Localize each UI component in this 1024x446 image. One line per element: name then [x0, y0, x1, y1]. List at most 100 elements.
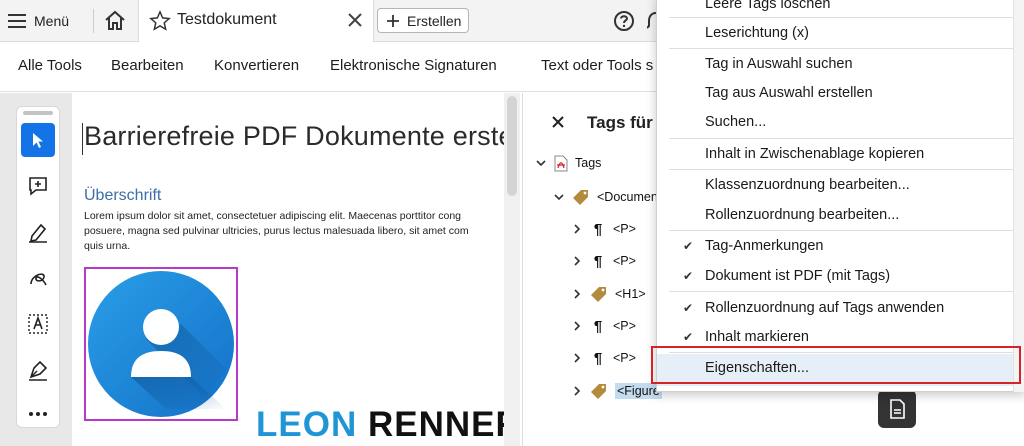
tab-title: Testdokument: [177, 11, 277, 28]
document-title[interactable]: Barrierefreie PDF Dokumente erste: [84, 121, 504, 152]
pdf-page[interactable]: Barrierefreie PDF Dokumente erste Übersc…: [72, 93, 504, 446]
tag-tree-item[interactable]: <H1>: [571, 282, 646, 306]
tags-options-menu: Leere Tags löschen Leserichtung (x) Tag …: [656, 0, 1024, 392]
tag-label: <Documen: [597, 190, 658, 204]
menu-item-create-tag[interactable]: Tag aus Auswahl erstellen: [657, 82, 1024, 106]
tag-icon: [591, 287, 606, 302]
tags-panel-title: Tags für: [587, 113, 653, 132]
menu-divider: [669, 138, 1015, 139]
document-body-text[interactable]: Lorem ipsum dolor sit amet, consectetuer…: [84, 209, 504, 254]
menu-item-label: Inhalt in Zwischenablage kopieren: [705, 146, 925, 162]
tag-tree-item[interactable]: <Documen: [553, 185, 658, 209]
tag-icon: [573, 190, 588, 205]
tool-convert[interactable]: Konvertieren: [214, 57, 299, 74]
save-doc-icon: [890, 399, 905, 419]
create-button[interactable]: Erstellen: [377, 8, 469, 33]
chevron-right-icon: [574, 224, 581, 234]
menu-item-tag-annotations[interactable]: ✔ Tag-Anmerkungen: [657, 235, 1024, 259]
menu-item-label: Rollenzuordnung bearbeiten...: [705, 207, 900, 223]
checkmark-icon: ✔: [683, 330, 694, 344]
tool-edit[interactable]: Bearbeiten: [111, 57, 184, 74]
menu-item-label: Leserichtung (x): [705, 25, 809, 41]
paragraph-icon: ¶: [593, 252, 603, 270]
menu-item-copy-content[interactable]: Inhalt in Zwischenablage kopieren: [657, 143, 1024, 167]
more-icon: [29, 412, 47, 416]
chevron-right-icon: [574, 289, 581, 299]
menu-item-label: Tag in Auswahl suchen: [705, 56, 853, 72]
menu-item-role-map[interactable]: Rollenzuordnung bearbeiten...: [657, 204, 1024, 228]
menu-item-reading-order[interactable]: Leserichtung (x): [657, 22, 1024, 46]
document-heading[interactable]: Überschrift: [84, 187, 161, 205]
menu-item-search[interactable]: Suchen...: [657, 111, 1024, 135]
checkmark-icon: ✔: [683, 269, 694, 283]
tag-tree-item[interactable]: ¶ <P>: [571, 217, 636, 241]
menu-item-find-tag[interactable]: Tag in Auswahl suchen: [657, 53, 1024, 77]
tag-label: Tags: [575, 156, 602, 170]
create-label: Erstellen: [407, 12, 462, 29]
menu-item-label: Klassenzuordnung bearbeiten...: [705, 177, 910, 193]
tag-label: <P>: [613, 254, 636, 268]
sign-tool[interactable]: [21, 353, 55, 387]
menu-divider: [669, 17, 1015, 18]
menu-divider: [669, 169, 1015, 170]
text-recognition-tool[interactable]: [21, 307, 55, 341]
tag-tree-root[interactable]: Tags: [535, 151, 601, 175]
pen-icon: [29, 223, 47, 243]
comment-tool[interactable]: [21, 169, 55, 203]
menu-item-delete-empty-tags[interactable]: Leere Tags löschen: [657, 0, 1024, 17]
tool-all-tools[interactable]: Alle Tools: [18, 57, 82, 74]
star-icon[interactable]: [149, 10, 171, 32]
document-scroll-thumb[interactable]: [507, 96, 517, 196]
menu-item-label: Tag-Anmerkungen: [705, 238, 824, 254]
menu-item-tagged-pdf[interactable]: ✔ Dokument ist PDF (mit Tags): [657, 265, 1024, 289]
menu-item-label: Suchen...: [705, 114, 767, 130]
menu-item-apply-role-map[interactable]: ✔ Rollenzuordnung auf Tags anwenden: [657, 297, 1024, 321]
document-tab[interactable]: Testdokument: [138, 0, 374, 42]
chevron-right-icon: [574, 386, 581, 396]
tag-tree-item[interactable]: ¶ <P>: [571, 346, 636, 370]
paragraph-icon: ¶: [593, 349, 603, 367]
draw-tool[interactable]: [21, 261, 55, 295]
text-box-icon: [28, 314, 48, 334]
select-tool[interactable]: [21, 123, 55, 157]
panel-grip[interactable]: [23, 111, 53, 115]
tool-search-field[interactable]: Text oder Tools s: [541, 57, 653, 74]
checkmark-icon: ✔: [683, 239, 694, 253]
menu-item-label: Dokument ist PDF (mit Tags): [705, 268, 891, 284]
highlight-tool[interactable]: [21, 215, 55, 249]
menu-item-label: Tag aus Auswahl erstellen: [705, 85, 873, 101]
chevron-right-icon: [574, 321, 581, 331]
brand-part-1: LEON: [256, 405, 358, 444]
tag-tree-item[interactable]: ¶ <P>: [571, 314, 636, 338]
tool-e-signatures[interactable]: Elektronische Signaturen: [330, 57, 497, 74]
text-caret: [82, 123, 83, 155]
right-rail-button[interactable]: [878, 390, 916, 428]
figure-selection[interactable]: [84, 267, 238, 421]
user-avatar-figure: [88, 271, 234, 417]
tag-label: <H1>: [615, 287, 646, 301]
home-button[interactable]: [103, 9, 127, 33]
tag-tree-item-selected[interactable]: <Figure: [571, 379, 662, 403]
menu-item-label: Leere Tags löschen: [705, 0, 831, 12]
checkmark-icon: ✔: [683, 301, 694, 315]
help-button[interactable]: [613, 10, 635, 37]
tag-label: <P>: [613, 319, 636, 333]
chevron-down-icon: [536, 160, 546, 167]
help-icon: [614, 11, 634, 31]
menu-divider: [669, 48, 1015, 49]
brand-logo: LEON RENNER: [256, 405, 504, 445]
more-tools-button[interactable]: [21, 397, 55, 431]
menu-divider: [669, 291, 1015, 292]
chevron-right-icon: [574, 353, 581, 363]
tag-tree-item[interactable]: ¶ <P>: [571, 249, 636, 273]
menu-item-label: Rollenzuordnung auf Tags anwenden: [705, 300, 945, 316]
freehand-icon: [30, 273, 47, 286]
tag-label: <P>: [613, 222, 636, 236]
close-tab-icon[interactable]: [345, 10, 365, 30]
close-panel-icon[interactable]: [551, 115, 565, 129]
menu-scrollbar[interactable]: [1013, 0, 1024, 392]
menu-button[interactable]: Menü: [8, 8, 69, 34]
paragraph-icon: ¶: [593, 220, 603, 238]
menu-item-class-map[interactable]: Klassenzuordnung bearbeiten...: [657, 174, 1024, 198]
home-icon: [105, 10, 125, 30]
